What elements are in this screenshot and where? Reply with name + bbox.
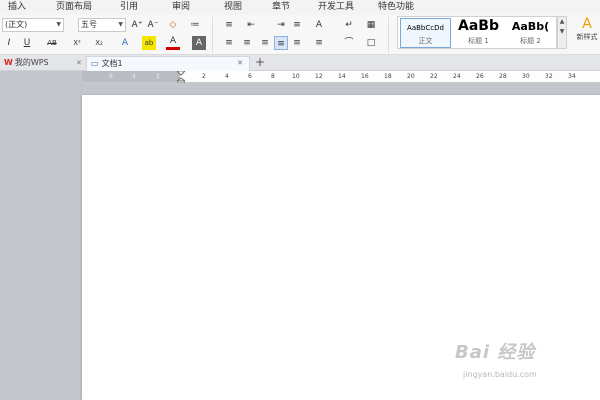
text-direction-button[interactable]: A bbox=[312, 18, 326, 32]
ruler-number: 18 bbox=[384, 73, 392, 80]
ruler-number: 16 bbox=[361, 73, 369, 80]
ruler-number: 6 bbox=[248, 73, 252, 80]
bullet-list-button[interactable]: ≡ bbox=[222, 18, 236, 32]
new-style-icon: A bbox=[582, 16, 592, 32]
clear-format-button[interactable]: ◇ bbox=[166, 18, 180, 32]
new-style-button[interactable]: A 新样式 bbox=[570, 16, 600, 49]
pinyin-button[interactable]: ≔ bbox=[188, 18, 202, 32]
ruler-number: 12 bbox=[315, 73, 323, 80]
new-style-label: 新样式 bbox=[576, 33, 598, 41]
style-normal[interactable]: AaBbCcDd 正文 bbox=[400, 18, 451, 48]
distributed-button[interactable]: ≡ bbox=[290, 36, 304, 50]
styles-gallery-scroll[interactable]: ▲ ▼ bbox=[557, 16, 567, 49]
close-icon[interactable]: ✕ bbox=[76, 56, 82, 70]
ruler-number: 28 bbox=[499, 73, 507, 80]
superscript-button[interactable]: X² bbox=[70, 36, 84, 50]
style-heading-2[interactable]: AaBb( 标题 2 bbox=[505, 18, 556, 48]
ruler-number: 8 bbox=[271, 73, 275, 80]
menu-developer[interactable]: 开发工具 bbox=[318, 2, 354, 13]
baidu-watermark: Bai 经验 jingyan.baidu.com bbox=[455, 338, 595, 388]
chevron-up-icon: ▲ bbox=[559, 18, 565, 25]
chevron-down-icon: ▼ bbox=[56, 21, 61, 28]
shading-button[interactable]: ⌒ bbox=[342, 36, 356, 50]
ruler-number: 26 bbox=[476, 73, 484, 80]
decrease-indent-button[interactable]: ⇥ bbox=[274, 18, 288, 32]
style-preview-normal: AaBbCcDd bbox=[407, 24, 444, 32]
tab-my-wps[interactable]: W 我的WPS bbox=[4, 56, 49, 70]
table-button[interactable]: ▦ bbox=[364, 18, 378, 32]
style-heading-1[interactable]: AaBb 标题 1 bbox=[453, 18, 504, 48]
menu-bar: 插入 页面布局 引用 审阅 视图 章节 开发工具 特色功能 bbox=[0, 0, 600, 15]
ruler-number: 6 bbox=[109, 73, 113, 80]
text-effect-button[interactable]: A bbox=[118, 36, 132, 50]
ruler-number: 22 bbox=[430, 73, 438, 80]
shrink-font-button[interactable]: A⁻ bbox=[146, 18, 160, 32]
font-size-select[interactable]: 五号 ▼ bbox=[78, 18, 126, 32]
font-size-value: 五号 bbox=[81, 20, 97, 29]
ruler-number: 2 bbox=[156, 73, 160, 80]
ruler-number: 4 bbox=[132, 73, 136, 80]
close-icon[interactable]: ✕ bbox=[237, 57, 243, 70]
char-shading-button[interactable]: A bbox=[192, 36, 206, 50]
underline-button[interactable]: U bbox=[20, 36, 34, 50]
wps-logo-icon: W bbox=[4, 58, 13, 67]
styles-gallery: AaBbCcDd 正文 AaBb 标题 1 AaBb( 标题 2 bbox=[397, 16, 557, 49]
menu-review[interactable]: 审阅 bbox=[172, 2, 190, 13]
menu-special[interactable]: 特色功能 bbox=[378, 2, 414, 13]
align-center-button[interactable]: ≡ bbox=[240, 36, 254, 50]
line-spacing-button[interactable]: ≡ bbox=[312, 36, 326, 50]
menu-section[interactable]: 章节 bbox=[272, 2, 290, 13]
highlight-button[interactable]: ab bbox=[142, 36, 156, 50]
font-color-button[interactable]: A bbox=[166, 36, 180, 50]
strikethrough-button[interactable]: AB bbox=[44, 36, 60, 50]
menu-insert[interactable]: 插入 bbox=[8, 2, 26, 13]
ruler-number: 14 bbox=[338, 73, 346, 80]
align-right-button[interactable]: ≡ bbox=[258, 36, 272, 50]
ruler-left-margin bbox=[82, 71, 180, 82]
numbered-list-button[interactable]: ⇤ bbox=[244, 18, 258, 32]
ribbon-divider bbox=[388, 17, 389, 53]
new-tab-button[interactable]: + bbox=[255, 55, 265, 70]
subscript-button[interactable]: X₂ bbox=[92, 36, 106, 50]
ruler-number: 2 bbox=[202, 73, 206, 80]
increase-indent-button[interactable]: ≡ bbox=[290, 18, 304, 32]
chevron-down-icon: ▼ bbox=[559, 28, 565, 35]
align-left-button[interactable]: ≡ bbox=[222, 36, 236, 50]
ruler-number: 32 bbox=[545, 73, 553, 80]
menu-references[interactable]: 引用 bbox=[120, 2, 138, 13]
style-name-heading-2: 标题 2 bbox=[520, 37, 541, 45]
grow-font-button[interactable]: A⁺ bbox=[130, 18, 144, 32]
style-preview-heading-2: AaBb( bbox=[511, 20, 550, 33]
ruler-number: 24 bbox=[453, 73, 461, 80]
menu-view[interactable]: 视图 bbox=[224, 2, 242, 13]
indent-marker-icon[interactable] bbox=[177, 71, 185, 83]
watermark-logo: Bai 经验 bbox=[455, 342, 536, 363]
tab-my-wps-label: 我的WPS bbox=[14, 58, 49, 67]
font-name-select[interactable]: (正文) ▼ bbox=[2, 18, 64, 32]
ruler-number: 20 bbox=[407, 73, 415, 80]
style-name-heading-1: 标题 1 bbox=[468, 37, 489, 45]
style-name-normal: 正文 bbox=[418, 37, 433, 45]
tab-document-1[interactable]: ▭ 文档1 ✕ bbox=[86, 56, 250, 71]
ruler-number: 34 bbox=[568, 73, 576, 80]
document-tab-bar: W 我的WPS ✕ ▭ 文档1 ✕ + bbox=[0, 55, 600, 71]
ruler-number: 4 bbox=[225, 73, 229, 80]
justify-button[interactable]: ≡ bbox=[274, 36, 288, 50]
watermark-url: jingyan.baidu.com bbox=[463, 370, 537, 379]
ruler-number: 30 bbox=[522, 73, 530, 80]
show-marks-button[interactable]: ↵ bbox=[342, 18, 356, 32]
tab-document-1-label: 文档1 bbox=[101, 59, 123, 68]
font-name-value: (正文) bbox=[5, 20, 28, 29]
border-button[interactable]: □ bbox=[364, 36, 378, 50]
horizontal-ruler[interactable]: 6 4 2 2 4 6 8 10 12 14 16 18 20 22 24 26… bbox=[82, 71, 600, 83]
menu-page-layout[interactable]: 页面布局 bbox=[56, 2, 92, 13]
ribbon-divider bbox=[212, 17, 213, 53]
italic-button[interactable]: I bbox=[2, 36, 16, 50]
chevron-down-icon: ▼ bbox=[118, 21, 123, 28]
ruler-number: 10 bbox=[292, 73, 300, 80]
style-preview-heading-1: AaBb bbox=[458, 18, 499, 34]
document-icon: ▭ bbox=[91, 59, 99, 68]
